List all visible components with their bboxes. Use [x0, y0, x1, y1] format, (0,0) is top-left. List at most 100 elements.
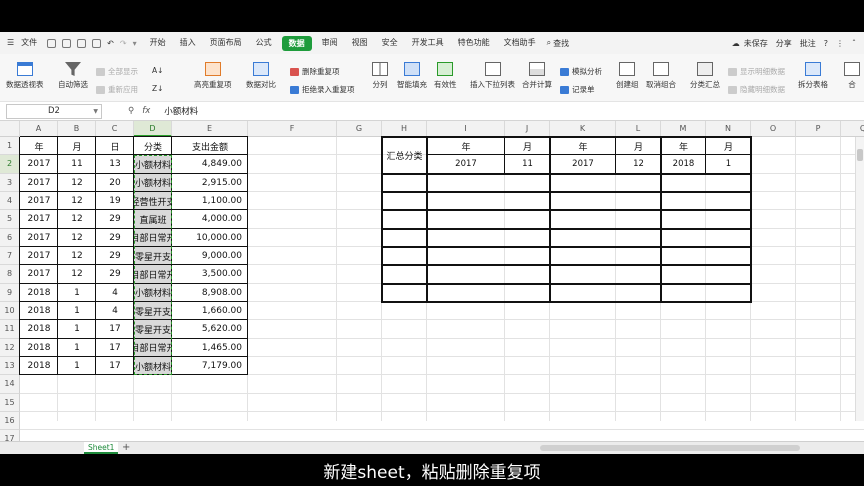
column-header-k[interactable]: K: [550, 121, 616, 137]
category-cell[interactable]: 项目部日常开支: [134, 338, 172, 357]
date-cell[interactable]: 12: [58, 247, 96, 265]
help-icon[interactable]: ?: [824, 39, 828, 48]
search-label[interactable]: 查找: [553, 38, 569, 49]
sheet-tab-sheet1[interactable]: Sheet1: [84, 442, 119, 454]
column-header-m[interactable]: M: [661, 121, 706, 137]
tab-review[interactable]: 审阅: [315, 32, 345, 54]
tab-view[interactable]: 视图: [345, 32, 375, 54]
column-header-q[interactable]: Q: [841, 121, 864, 137]
record-form-button[interactable]: 记录单: [560, 84, 595, 95]
summary-value-cell[interactable]: 2018: [661, 155, 706, 173]
amount-cell[interactable]: 7,179.00: [172, 357, 248, 375]
amount-cell[interactable]: 3,500.00: [172, 265, 248, 283]
date-cell[interactable]: 2018: [20, 320, 58, 338]
tab-formula[interactable]: 公式: [249, 32, 279, 54]
amount-cell[interactable]: 1,100.00: [172, 192, 248, 210]
amount-cell[interactable]: 1,660.00: [172, 302, 248, 320]
undo-icon[interactable]: ↶: [107, 39, 114, 48]
date-cell[interactable]: 2017: [20, 192, 58, 210]
ungroup-button[interactable]: 取消组合: [646, 62, 676, 90]
summary-value-cell[interactable]: 1: [706, 155, 751, 173]
row-header-6[interactable]: 6: [0, 228, 20, 247]
amount-cell[interactable]: 1,465.00: [172, 339, 248, 357]
category-cell[interactable]: 项目部日常开支: [134, 265, 172, 284]
row-header-2[interactable]: 2: [0, 155, 20, 174]
tab-insert[interactable]: 插入: [173, 32, 203, 54]
more-options-icon[interactable]: ⋮: [836, 39, 844, 48]
date-cell[interactable]: 12: [58, 174, 96, 192]
merge-button[interactable]: 合: [844, 62, 860, 90]
tab-security[interactable]: 安全: [375, 32, 405, 54]
save-icon[interactable]: [47, 38, 57, 48]
column-header-o[interactable]: O: [751, 121, 796, 137]
column-header-l[interactable]: L: [616, 121, 661, 137]
horizontal-scroll-thumb[interactable]: [540, 445, 800, 451]
collapse-ribbon-icon[interactable]: ˆ: [852, 39, 856, 48]
date-cell[interactable]: 2018: [20, 284, 58, 302]
tab-data[interactable]: 数据: [281, 35, 312, 51]
row-header-10[interactable]: 10: [0, 301, 20, 321]
column-header-a[interactable]: A: [20, 121, 58, 137]
date-cell[interactable]: 12: [58, 229, 96, 247]
tab-page-layout[interactable]: 页面布局: [203, 32, 249, 54]
date-cell[interactable]: 17: [96, 339, 134, 357]
amount-cell[interactable]: 10,000.00: [172, 229, 248, 247]
show-all-button[interactable]: 全部显示: [96, 66, 138, 77]
category-cell[interactable]: 经营性开支: [134, 191, 172, 211]
consolidate-button[interactable]: 合并计算: [522, 62, 552, 90]
row-header-9[interactable]: 9: [0, 283, 20, 302]
auto-filter-button[interactable]: 自动筛选: [58, 62, 88, 90]
column-header-n[interactable]: N: [706, 121, 751, 137]
date-cell[interactable]: 11: [58, 155, 96, 173]
tab-home[interactable]: 开始: [143, 32, 173, 54]
preview-icon[interactable]: [92, 38, 102, 48]
what-if-button[interactable]: 模拟分析: [560, 66, 602, 77]
date-cell[interactable]: 1: [58, 284, 96, 302]
menu-icon[interactable]: ☰: [0, 32, 21, 54]
date-cell[interactable]: 4: [96, 302, 134, 320]
column-header-d[interactable]: D: [134, 121, 172, 137]
column-header-b[interactable]: B: [58, 121, 96, 137]
file-menu[interactable]: 文件: [21, 32, 44, 54]
column-header-j[interactable]: J: [505, 121, 550, 137]
category-cell[interactable]: 小额材料: [134, 155, 172, 174]
row-header-13[interactable]: 13: [0, 356, 20, 376]
select-all-corner[interactable]: [0, 121, 20, 137]
date-cell[interactable]: 2018: [20, 302, 58, 320]
amount-cell[interactable]: 9,000.00: [172, 247, 248, 265]
category-cell[interactable]: 小额材料: [134, 173, 172, 192]
formula-input[interactable]: 小额材料: [164, 105, 198, 117]
date-cell[interactable]: 20: [96, 174, 134, 192]
subtotal-button[interactable]: 分类汇总: [690, 62, 720, 90]
validity-button[interactable]: 有效性: [434, 62, 457, 90]
date-cell[interactable]: 29: [96, 229, 134, 247]
category-cell[interactable]: 直属班: [134, 210, 172, 229]
row-header-3[interactable]: 3: [0, 173, 20, 192]
tab-doc-assistant[interactable]: 文档助手: [497, 32, 543, 54]
summary-value-cell[interactable]: 2017: [550, 155, 616, 173]
vertical-scrollbar[interactable]: [855, 137, 864, 421]
date-cell[interactable]: 13: [96, 155, 134, 173]
date-cell[interactable]: 2017: [20, 247, 58, 265]
comment-button[interactable]: 批注: [800, 38, 816, 49]
row-header-14[interactable]: 14: [0, 375, 20, 394]
pivot-table-button[interactable]: 数据透视表: [6, 62, 44, 90]
column-header-c[interactable]: C: [96, 121, 134, 137]
create-group-button[interactable]: 创建组: [616, 62, 639, 90]
row-header-15[interactable]: 15: [0, 393, 20, 412]
summary-value-cell[interactable]: 12: [616, 155, 661, 173]
data-compare-button[interactable]: 数据对比: [246, 62, 276, 90]
category-cell[interactable]: 小额材料: [134, 356, 172, 376]
date-cell[interactable]: 12: [58, 210, 96, 228]
row-header-1[interactable]: 1: [0, 137, 20, 156]
export-icon[interactable]: [62, 38, 72, 48]
category-cell[interactable]: 零星开支: [134, 320, 172, 339]
share-button[interactable]: 分享: [776, 38, 792, 49]
category-cell[interactable]: 零星开支: [134, 246, 172, 266]
date-cell[interactable]: 17: [96, 320, 134, 338]
reject-duplicates-button[interactable]: 拒绝录入重复项: [290, 84, 355, 95]
print-icon[interactable]: [77, 38, 87, 48]
date-cell[interactable]: 19: [96, 192, 134, 210]
chevron-down-icon[interactable]: ▼: [93, 108, 98, 115]
date-cell[interactable]: 29: [96, 210, 134, 228]
